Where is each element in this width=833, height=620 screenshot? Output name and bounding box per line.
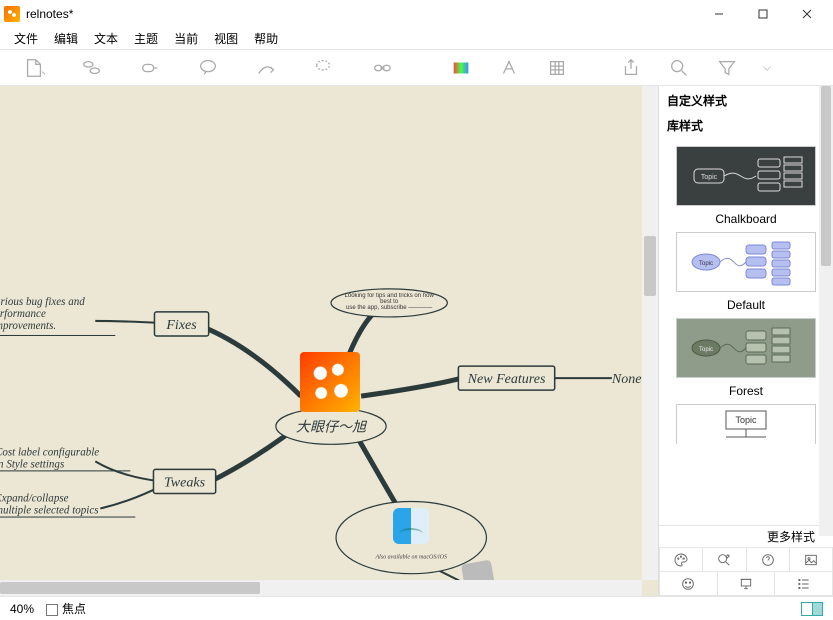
svg-text:Topic: Topic	[699, 347, 713, 353]
list-tab[interactable]	[775, 572, 833, 596]
panel-toggle[interactable]	[801, 602, 823, 616]
search-button[interactable]	[664, 56, 694, 80]
palette-settings-tab[interactable]	[703, 548, 746, 572]
note-mac[interactable]: Also available on macOS/iOS	[375, 555, 448, 561]
zoom-level[interactable]: 40%	[10, 602, 34, 616]
window-title: relnotes*	[26, 7, 73, 21]
overflow-button[interactable]	[760, 56, 774, 80]
side-tabs	[659, 547, 833, 596]
library-styles-heading: 库样式	[659, 111, 833, 136]
finder-icon	[393, 508, 429, 544]
filter-button[interactable]	[712, 56, 742, 80]
canvas-vscroll[interactable]	[642, 86, 658, 580]
note-tweaks-1[interactable]: Cost label configurable in Style setting…	[0, 446, 130, 471]
style-label: Forest	[669, 384, 823, 398]
menu-current[interactable]: 当前	[168, 28, 204, 49]
new-doc-button[interactable]	[14, 56, 54, 80]
node-fixes[interactable]: Fixes	[165, 317, 197, 333]
style-label: Chalkboard	[669, 212, 823, 226]
svg-text:Topic: Topic	[735, 415, 757, 425]
focus-toggle[interactable]: 焦点	[46, 600, 86, 617]
svg-text:Topic: Topic	[701, 174, 718, 181]
minimize-button[interactable]	[697, 0, 741, 28]
shapes-button[interactable]	[72, 56, 112, 80]
node-tweaks[interactable]: Tweaks	[164, 474, 206, 490]
arrow-button[interactable]	[246, 56, 286, 80]
canvas-hscroll[interactable]	[0, 580, 642, 596]
canvas[interactable]: 大眼仔～旭 Fixes arious bug fixes and erforma…	[0, 86, 658, 596]
node-newfeatures[interactable]: New Features	[467, 371, 546, 387]
note-tips[interactable]: Looking for tips and tricks on how best …	[339, 293, 439, 311]
style-label: Default	[669, 298, 823, 312]
presentation-tab[interactable]	[718, 572, 776, 596]
toolbar	[0, 50, 833, 86]
app-icon	[4, 6, 20, 22]
note-tweaks-2[interactable]: Expand/collapse multiple selected topics	[0, 492, 135, 517]
titlebar: relnotes*	[0, 0, 833, 28]
link-button[interactable]	[362, 56, 402, 80]
node-button[interactable]	[130, 56, 170, 80]
emoji-tab[interactable]	[659, 572, 718, 596]
maximize-button[interactable]	[741, 0, 785, 28]
color-button[interactable]	[446, 56, 476, 80]
menu-theme[interactable]: 主题	[128, 28, 164, 49]
central-icon	[300, 352, 360, 412]
menu-help[interactable]: 帮助	[248, 28, 284, 49]
styles-panel: 自定义样式 库样式 Topic Chalkboard Topic Default…	[658, 86, 833, 596]
menu-edit[interactable]: 编辑	[48, 28, 84, 49]
menu-view[interactable]: 视图	[208, 28, 244, 49]
style-default[interactable]: Topic Default	[669, 232, 823, 312]
group-button[interactable]	[304, 56, 344, 80]
style-topic[interactable]: Topic	[669, 404, 823, 444]
font-button[interactable]	[494, 56, 524, 80]
central-topic[interactable]: 大眼仔～旭	[296, 419, 368, 435]
main-area: 大眼仔～旭 Fixes arious bug fixes and erforma…	[0, 86, 833, 596]
sidepanel-vscroll[interactable]	[819, 86, 833, 536]
note-fixes[interactable]: arious bug fixes and erformance mproveme…	[0, 296, 115, 336]
menubar: 文件 编辑 文本 主题 当前 视图 帮助	[0, 28, 833, 50]
statusbar: 40% 焦点	[0, 596, 833, 620]
canvas-wrap: 大眼仔～旭 Fixes arious bug fixes and erforma…	[0, 86, 658, 596]
grid-button[interactable]	[542, 56, 572, 80]
bubble-button[interactable]	[188, 56, 228, 80]
image-tab[interactable]	[790, 548, 833, 572]
more-styles-link[interactable]: 更多样式	[767, 528, 815, 545]
svg-text:Topic: Topic	[699, 261, 713, 267]
mindmap-svg: 大眼仔～旭 Fixes arious bug fixes and erforma…	[0, 86, 658, 596]
style-forest[interactable]: Topic Forest	[669, 318, 823, 398]
export-button[interactable]	[616, 56, 646, 80]
palette-tab[interactable]	[659, 548, 703, 572]
palette-help-tab[interactable]	[747, 548, 790, 572]
style-chalkboard[interactable]: Topic Chalkboard	[669, 146, 823, 226]
close-button[interactable]	[785, 0, 829, 28]
menu-text[interactable]: 文本	[88, 28, 124, 49]
custom-styles-heading: 自定义样式	[659, 86, 833, 111]
menu-file[interactable]: 文件	[8, 28, 44, 49]
